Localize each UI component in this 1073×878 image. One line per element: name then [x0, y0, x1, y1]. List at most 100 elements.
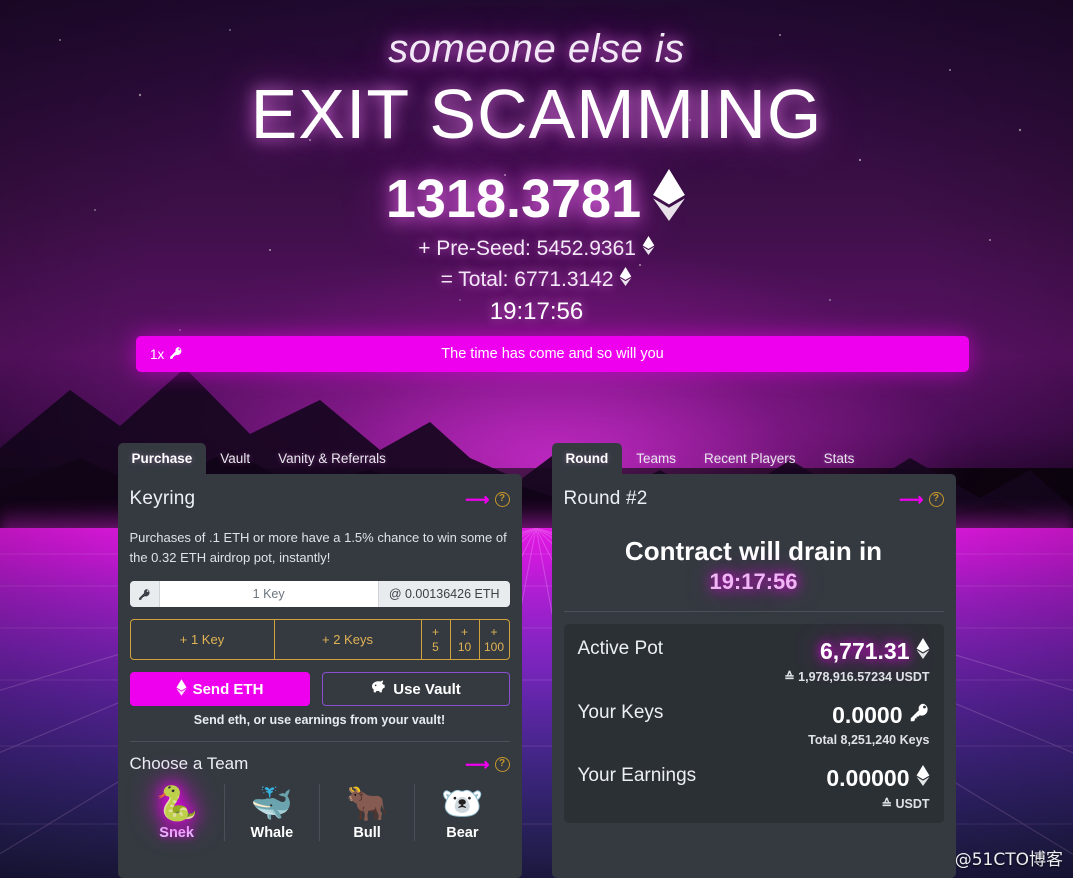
arrow-right-icon[interactable]: ⟶: [465, 756, 489, 773]
action-hint-text: Send eth, or use earnings from your vaul…: [193, 713, 446, 727]
add-5-keys-button[interactable]: + 5: [422, 620, 451, 659]
round-panel: Round #2 ⟶ ? Contract will drain in 19:1…: [551, 474, 956, 878]
ethereum-icon: [176, 678, 187, 700]
team-option-bear[interactable]: 🐻‍❄️ Bear: [415, 784, 509, 841]
purchase-panel: Keyring ⟶ ? Purchases of .1 ETH or more …: [117, 474, 522, 878]
your-keys-label: Your Keys: [577, 702, 664, 723]
panel-divider: [129, 741, 510, 742]
plus-sign: +: [431, 624, 439, 639]
send-eth-button[interactable]: Send ETH: [129, 672, 310, 706]
ethereum-icon: [916, 638, 930, 665]
hero-subtitle: someone else is: [388, 27, 685, 71]
choose-team-header-icons: ⟶ ?: [465, 756, 510, 773]
key-icon: [169, 346, 183, 363]
add-2-keys-button[interactable]: + 2 Keys: [275, 620, 422, 659]
add-100-keys-button[interactable]: + 100: [480, 620, 509, 659]
tab-purchase[interactable]: Purchase: [117, 443, 207, 474]
add-100-amount: 100: [483, 639, 505, 654]
ethereum-icon: [651, 169, 687, 228]
choose-team-title: Choose a Team: [129, 754, 249, 773]
add-10-keys-button[interactable]: + 10: [451, 620, 480, 659]
team-label-bull: Bull: [353, 825, 381, 842]
question-circle-icon[interactable]: ?: [928, 491, 944, 507]
question-circle-icon[interactable]: ?: [494, 756, 510, 772]
drain-clock: 19:17:56: [709, 569, 798, 594]
stat-your-earnings: Your Earnings 0.00000 ≙ USDT: [578, 765, 930, 811]
your-earnings-values: 0.00000 ≙ USDT: [826, 765, 930, 811]
keyring-header: Keyring ⟶ ?: [130, 488, 510, 510]
plus-sign: +: [460, 624, 468, 639]
team-label-snek: Snek: [159, 825, 194, 842]
key-purchase-input-group: @ 0.00136426 ETH: [129, 581, 510, 607]
your-keys-values: 0.0000 Total 8,251,240 Keys: [808, 702, 929, 747]
your-keys-value-row: 0.0000: [808, 702, 929, 729]
bull-icon: 🐂: [345, 785, 389, 823]
team-option-whale[interactable]: 🐳 Whale: [225, 784, 320, 842]
hero-section: someone else is EXIT SCAMMING 1318.3781 …: [0, 0, 1073, 326]
action-buttons: Send ETH Use Vault: [129, 672, 510, 706]
app-root: someone else is EXIT SCAMMING 1318.3781 …: [0, 0, 1073, 878]
quick-key-buttons: + 1 Key + 2 Keys + 5 + 10 + 100: [129, 619, 510, 660]
key-icon: [909, 702, 930, 729]
stat-your-keys: Your Keys 0.0000 Total 8,251,240 Keys: [578, 702, 930, 747]
keyring-header-icons: ⟶ ?: [465, 491, 510, 508]
hero-amount-value: 1318.3781: [385, 168, 642, 229]
left-panel-tabs: Purchase Vault Vanity & Referrals: [117, 443, 522, 474]
active-pot-usdt: ≙ 1,978,916.57234 USDT: [784, 670, 930, 684]
question-circle-icon[interactable]: ?: [494, 491, 510, 507]
ethereum-icon: [642, 235, 655, 260]
stat-active-pot: Active Pot 6,771.31 ≙ 1,978,916.57234 US…: [578, 638, 930, 684]
add-1-key-button[interactable]: + 1 Key: [131, 620, 275, 659]
team-option-bull[interactable]: 🐂 Bull: [320, 784, 416, 842]
left-panel-column: Purchase Vault Vanity & Referrals Keyrin…: [117, 443, 522, 878]
key-amount-input[interactable]: [159, 581, 378, 607]
hero-preseed-text: + Pre-Seed: 5452.9361: [418, 236, 636, 260]
your-earnings-usdt: ≙ USDT: [881, 797, 930, 811]
round-header-icons: ⟶ ?: [899, 491, 944, 508]
tab-recent-players[interactable]: Recent Players: [690, 443, 810, 474]
active-pot-values: 6,771.31 ≙ 1,978,916.57234 USDT: [784, 638, 930, 684]
status-banner[interactable]: 1x The time has come and so will you: [136, 336, 969, 372]
right-panel-tabs: Round Teams Recent Players Stats: [551, 443, 956, 474]
panels-container: Purchase Vault Vanity & Referrals Keyrin…: [0, 443, 1073, 878]
choose-team-header: Choose a Team ⟶ ?: [130, 754, 510, 774]
add-10-amount: 10: [457, 639, 472, 654]
ethereum-icon: [619, 266, 632, 291]
arrow-right-icon[interactable]: ⟶: [899, 491, 923, 508]
use-vault-label: Use Vault: [393, 680, 461, 698]
snake-icon: 🐍: [155, 785, 198, 823]
your-keys-value: 0.0000: [832, 702, 903, 728]
round-header: Round #2 ⟶ ?: [564, 488, 944, 510]
banner-multiplier: 1x: [150, 346, 183, 363]
tab-stats[interactable]: Stats: [810, 443, 869, 474]
team-option-snek[interactable]: 🐍 Snek: [130, 784, 225, 842]
key-rate-label: @ 0.00136426 ETH: [377, 581, 510, 607]
team-selector: 🐍 Snek 🐳 Whale 🐂 Bull 🐻‍❄️ Bear: [130, 784, 510, 842]
key-icon: [129, 581, 160, 607]
active-pot-value-row: 6,771.31: [784, 638, 929, 665]
team-label-bear: Bear: [446, 825, 479, 842]
total-keys: Total 8,251,240 Keys: [808, 733, 930, 747]
your-earnings-value: 0.00000: [826, 765, 910, 791]
use-vault-button[interactable]: Use Vault: [321, 672, 510, 706]
round-divider: [563, 611, 944, 612]
hero-title: EXIT SCAMMING: [250, 75, 823, 154]
banner-message: The time has come and so will you: [441, 346, 664, 362]
piggy-bank-icon: [370, 680, 387, 699]
your-earnings-label: Your Earnings: [577, 765, 697, 786]
whale-icon: 🐳: [250, 785, 294, 823]
keyring-title: Keyring: [129, 488, 196, 509]
drain-countdown: Contract will drain in 19:17:56: [564, 536, 944, 595]
active-pot-value: 6,771.31: [819, 638, 910, 664]
tab-vanity-referrals[interactable]: Vanity & Referrals: [264, 443, 400, 474]
round-stats-box: Active Pot 6,771.31 ≙ 1,978,916.57234 US…: [563, 624, 944, 823]
arrow-right-icon[interactable]: ⟶: [465, 491, 489, 508]
tab-vault[interactable]: Vault: [206, 443, 264, 474]
watermark: @51CTO博客: [954, 850, 1063, 870]
team-label-whale: Whale: [250, 825, 294, 842]
your-earnings-value-row: 0.00000: [826, 765, 929, 792]
tab-teams[interactable]: Teams: [622, 443, 690, 474]
banner-multiplier-label: 1x: [150, 346, 165, 362]
drain-heading: Contract will drain in: [624, 536, 883, 566]
tab-round[interactable]: Round: [551, 443, 623, 474]
